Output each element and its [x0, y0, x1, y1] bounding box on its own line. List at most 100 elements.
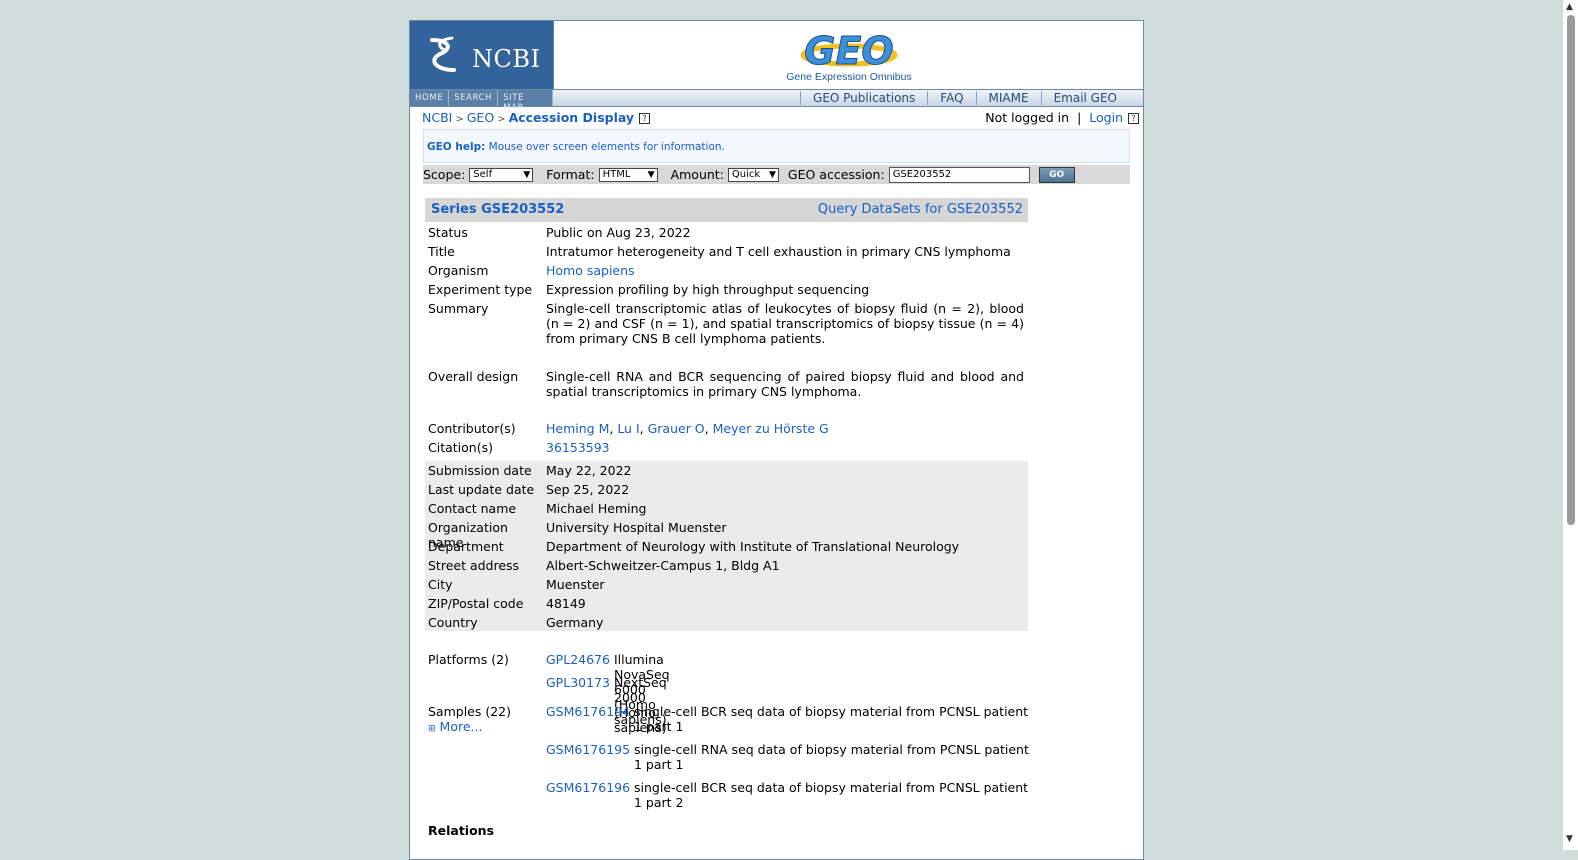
login-status: Not logged in	[985, 110, 1070, 125]
contributor-link[interactable]: Heming M	[546, 421, 609, 436]
organization-value: University Hospital Muenster	[546, 520, 727, 535]
citation-label: Citation(s)	[428, 440, 493, 455]
sample-link[interactable]: GSM6176196	[546, 780, 631, 795]
chevron-down-icon: ▼	[647, 169, 655, 180]
sample-desc-line: 1 part 2	[634, 795, 684, 810]
experiment-type-label: Experiment type	[428, 282, 533, 297]
nav-home-link[interactable]: HOME	[410, 90, 450, 106]
sample-link[interactable]: GSM6176194	[546, 704, 631, 719]
scroll-up-icon[interactable]: ▲	[1566, 2, 1573, 12]
citation-link[interactable]: 36153593	[546, 440, 1024, 455]
sample-link[interactable]: GSM6176195	[546, 742, 631, 757]
ncbi-logo[interactable]: NCBI	[410, 21, 554, 89]
breadcrumb: NCBI > GEO > Accession Display?	[422, 110, 651, 125]
dna-helix-icon	[430, 36, 456, 72]
summary-label: Summary	[428, 301, 489, 316]
expand-icon: ⊞	[428, 724, 436, 734]
accession-input[interactable]	[888, 166, 1030, 183]
platform-link[interactable]: GPL30173	[546, 675, 616, 690]
help-label: GEO help:	[427, 141, 486, 153]
scope-label: Scope:	[423, 167, 466, 182]
format-select[interactable]: HTML ▼	[598, 167, 658, 182]
nav-search-link[interactable]: SEARCH	[449, 90, 499, 106]
experiment-type-value: Expression profiling by high throughput …	[546, 282, 870, 297]
help-box: GEO help: Mouse over screen elements for…	[423, 129, 1130, 163]
help-icon[interactable]: ?	[1128, 113, 1139, 124]
samples-row: Samples (22) ⊞ More... GSM6176194 single…	[428, 704, 1028, 744]
nav-faq[interactable]: FAQ	[927, 91, 975, 105]
title-value: Intratumor heterogeneity and T cell exha…	[546, 244, 1011, 259]
breadcrumb-geo[interactable]: GEO	[467, 110, 494, 125]
more-link[interactable]: More...	[440, 719, 483, 734]
nav-miame[interactable]: MIAME	[975, 91, 1041, 105]
scroll-down-icon[interactable]: ▼	[1566, 834, 1573, 844]
nav-sitemap-link[interactable]: SITE MAP	[498, 90, 553, 113]
login-link[interactable]: Login	[1089, 110, 1123, 125]
sample-desc-line: 1 part 1	[634, 719, 684, 734]
amount-select[interactable]: Quick ▼	[727, 167, 779, 182]
city-label: City	[428, 577, 453, 592]
series-table: Series GSE203552 Query DataSets for GSE2…	[425, 198, 1029, 838]
status-label: Status	[428, 225, 468, 240]
nav-email-geo[interactable]: Email GEO	[1040, 91, 1129, 105]
scroll-thumb[interactable]	[1567, 15, 1575, 525]
organism-label: Organism	[428, 263, 489, 278]
sample-row: GSM6176196 single-cell BCR seq data of b…	[428, 780, 1028, 820]
geo-logo-letters: GEO	[804, 29, 893, 71]
sample-desc-line: single-cell BCR seq data of biopsy mater…	[634, 704, 1029, 719]
geo-logo[interactable]: GEO Gene Expression Omnibus	[779, 27, 919, 87]
contributor-link[interactable]: Lu I	[617, 421, 639, 436]
city-value: Muenster	[546, 577, 605, 592]
status-value: Public on Aug 23, 2022	[546, 225, 691, 240]
query-datasets-link[interactable]: Query DataSets for GSE203552	[818, 202, 1023, 217]
overall-design-label: Overall design	[428, 369, 519, 384]
last-update-value: Sep 25, 2022	[546, 482, 630, 497]
sample-desc: single-cell BCR seq data of biopsy mater…	[634, 704, 1034, 734]
street-value: Albert-Schweitzer-Campus 1, Bldg A1	[546, 558, 780, 573]
sample-row: GSM6176195 single-cell RNA seq data of b…	[428, 742, 1029, 782]
summary-value: Single-cell transcriptomic atlas of leuk…	[546, 301, 1024, 346]
accession-label: GEO accession:	[787, 167, 885, 182]
zip-value: 48149	[546, 596, 586, 611]
nav-bar: HOME SEARCH SITE MAP GEO Publications FA…	[410, 89, 1143, 113]
contact-name-label: Contact name	[428, 501, 517, 516]
contributor-link[interactable]: Meyer zu Hörste G	[713, 421, 829, 436]
chevron-down-icon: ▼	[768, 169, 776, 180]
contributor-link[interactable]: Grauer O	[648, 421, 705, 436]
platforms-label: Platforms (2)	[428, 652, 509, 667]
amount-label: Amount:	[670, 167, 724, 182]
scope-value: Self	[473, 169, 493, 180]
submission-date-value: May 22, 2022	[546, 463, 632, 478]
geo-nav: GEO Publications FAQ MIAME Email GEO	[800, 91, 1129, 105]
scope-select[interactable]: Self ▼	[469, 167, 534, 182]
country-value: Germany	[546, 615, 604, 630]
more-toggle[interactable]: ⊞ More...	[428, 719, 546, 737]
contributors-list: Heming M, Lu I, Grauer O, Meyer zu Hörst…	[546, 421, 829, 436]
organism-link[interactable]: Homo sapiens	[546, 263, 1024, 278]
relations-heading: Relations	[428, 823, 495, 838]
help-text: Mouse over screen elements for informati…	[488, 141, 725, 153]
sample-desc-line: 1 part 1	[634, 757, 684, 772]
query-bar: Scope: Self ▼ Format: HTML ▼ Amount: Quick…	[423, 165, 1130, 184]
sample-desc: single-cell BCR seq data of biopsy mater…	[634, 780, 1034, 810]
go-button[interactable]: GO	[1038, 166, 1075, 183]
sample-desc-line: single-cell BCR seq data of biopsy mater…	[634, 780, 1029, 795]
samples-label: Samples (22)	[428, 704, 512, 719]
breadcrumb-ncbi[interactable]: NCBI	[422, 110, 452, 125]
series-header: Series GSE203552 Query DataSets for GSE2…	[425, 198, 1028, 222]
login-area: Not logged in | Login?	[985, 110, 1139, 125]
breadcrumb-current: Accession Display	[508, 110, 635, 125]
contributors-label: Contributor(s)	[428, 421, 516, 436]
nav-geo-publications[interactable]: GEO Publications	[800, 91, 927, 105]
banner: NCBI GEO Gene Expression Omnibus	[410, 21, 1143, 89]
amount-value: Quick	[731, 169, 761, 180]
platform-link[interactable]: GPL24676	[546, 652, 616, 667]
series-title: Series GSE203552	[431, 202, 565, 217]
format-label: Format:	[546, 167, 595, 182]
help-icon[interactable]: ?	[639, 113, 651, 124]
sample-desc-line: single-cell RNA seq data of biopsy mater…	[634, 742, 1029, 757]
scrollbar[interactable]: ▲ ▼	[1563, 0, 1578, 850]
geo-logo-graphic: GEO	[800, 29, 898, 74]
chevron-down-icon: ▼	[523, 169, 531, 180]
submission-date-label: Submission date	[428, 463, 532, 478]
